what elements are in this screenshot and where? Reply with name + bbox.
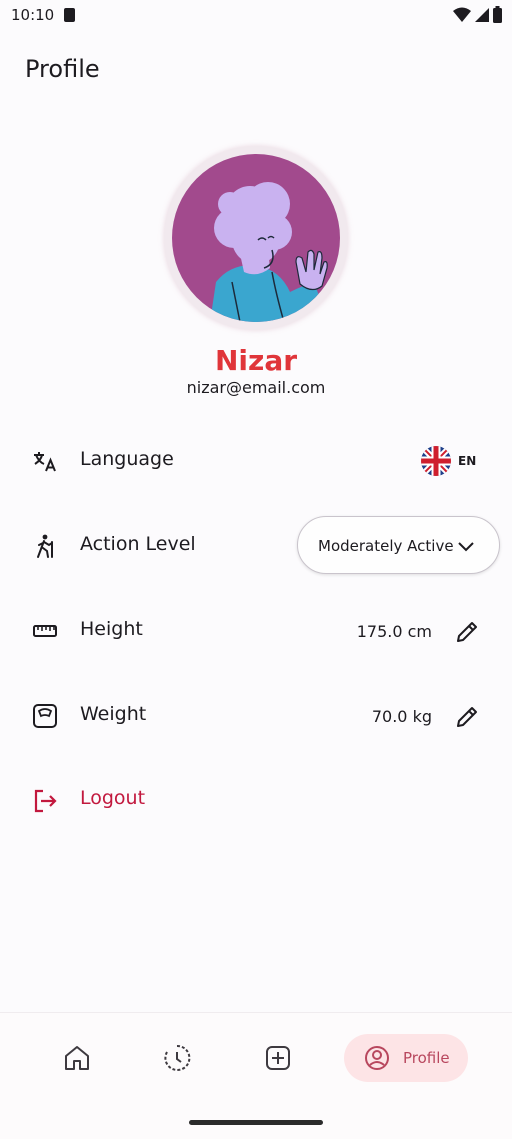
activity-level-value: Moderately Active [318,537,454,555]
user-name: Nizar [214,344,298,377]
status-icons [453,6,502,23]
edit-weight-icon[interactable] [454,704,480,730]
language-code[interactable]: EN [458,454,476,468]
weight-label: Weight [80,703,147,725]
translate-icon [34,452,56,472]
activity-level-dropdown[interactable]: Moderately Active [297,516,500,574]
wifi-icon [453,7,471,22]
logout-icon [34,789,57,813]
sim-card-icon [64,8,75,22]
person-circle-icon [365,1046,389,1070]
user-email: nizar@email.com [186,378,326,397]
battery-icon [493,6,502,23]
weight-value: 70.0 kg [371,707,432,726]
height-value: 175.0 cm [356,622,432,641]
hiking-icon [37,534,53,558]
scale-icon [33,704,57,728]
edit-height-icon[interactable] [454,619,480,645]
avatar-illustration [210,182,328,322]
avatar[interactable] [172,154,340,322]
uk-flag-icon[interactable] [421,446,451,476]
add-box-icon[interactable] [262,1042,294,1074]
nav-profile-label: Profile [403,1049,450,1067]
ruler-icon [33,625,57,637]
chevron-down-icon [458,542,474,552]
logout-label[interactable]: Logout [80,787,145,809]
page-title: Profile [25,55,100,83]
home-icon[interactable] [61,1042,93,1074]
height-label: Height [80,618,143,640]
action-level-label: Action Level [80,533,196,555]
language-label: Language [80,448,174,470]
gesture-handle[interactable] [189,1120,323,1125]
history-icon[interactable] [161,1042,193,1074]
status-time: 10:10 [11,6,55,24]
signal-icon [475,7,489,22]
